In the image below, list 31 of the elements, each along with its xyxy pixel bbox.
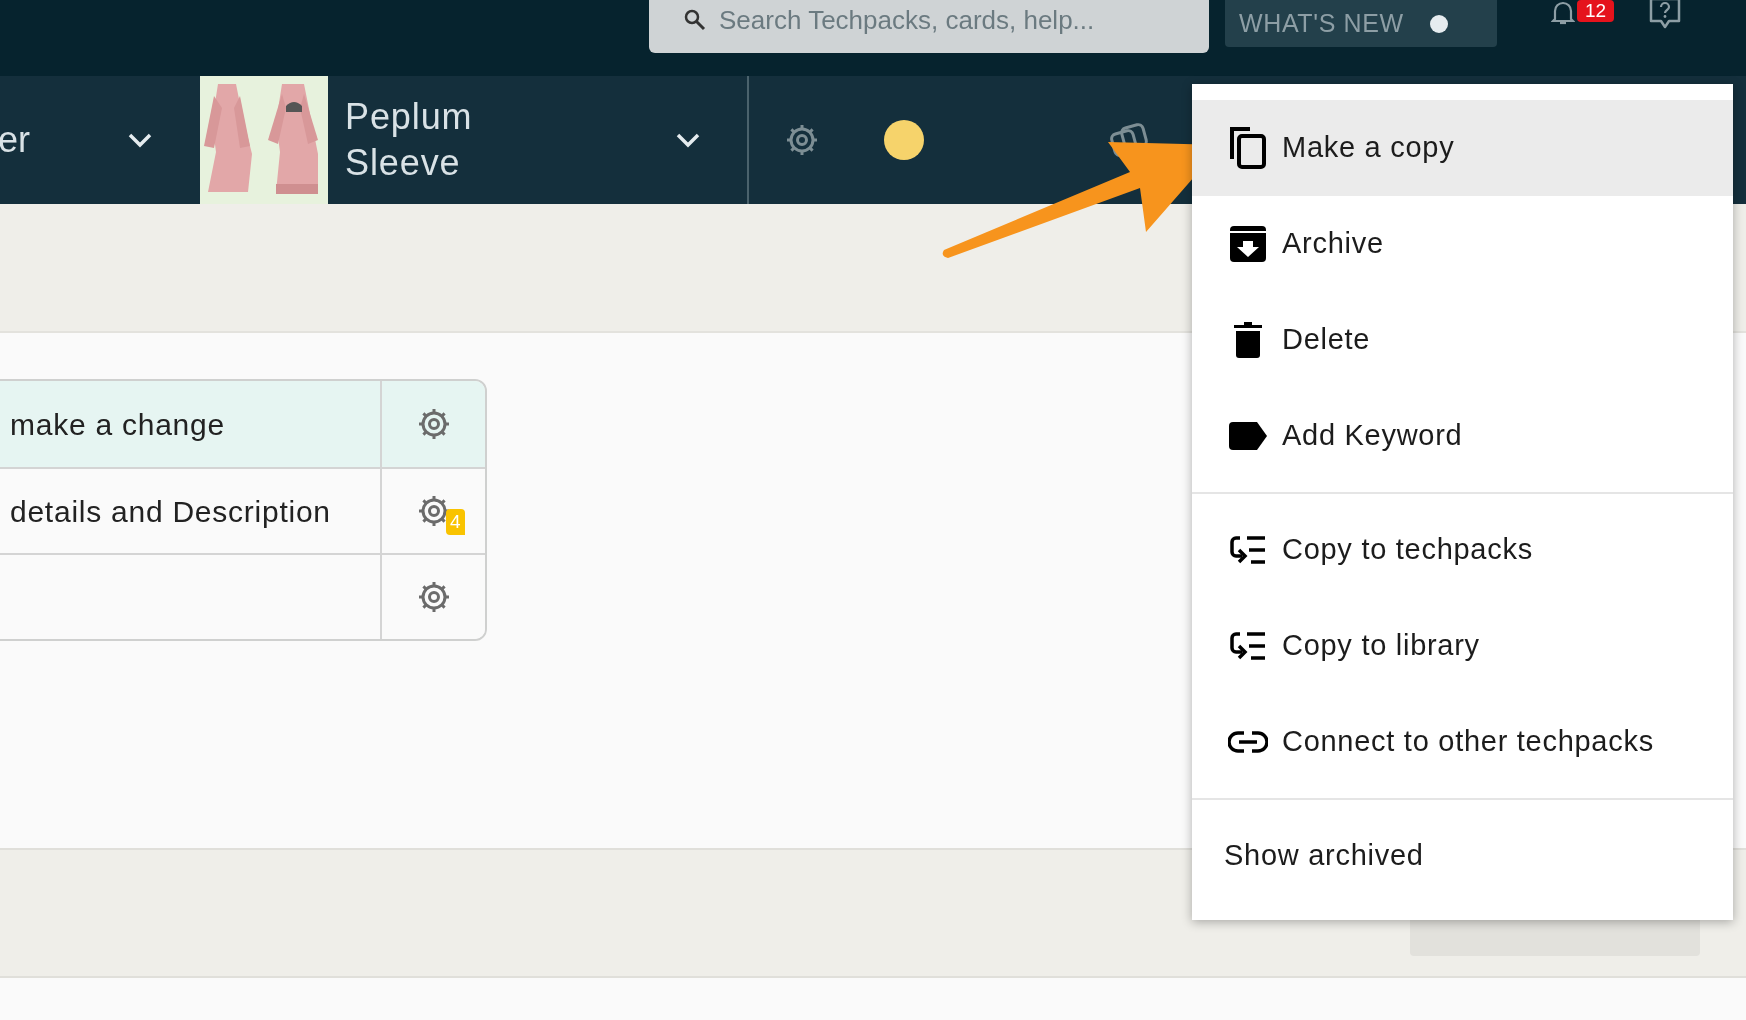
- menu-item[interactable]: Copy to library: [1192, 598, 1733, 694]
- table-cell-text: make a change: [10, 406, 225, 443]
- menu-item[interactable]: Copy to techpacks: [1192, 502, 1733, 598]
- archive-icon: [1230, 226, 1266, 262]
- style-name: Peplum Sleeve: [345, 95, 474, 185]
- menu-item[interactable]: Show archived: [1192, 808, 1733, 904]
- copy-to-icon: [1229, 535, 1267, 565]
- notification-badge: 12: [1577, 0, 1615, 22]
- menu-item[interactable]: Connect to other techpacks: [1192, 694, 1733, 790]
- search-icon: [683, 8, 707, 32]
- menu-item[interactable]: Add Keyword: [1192, 388, 1733, 484]
- link-icon: [1228, 730, 1268, 754]
- whats-new-button[interactable]: WHAT'S NEW: [1225, 0, 1497, 47]
- copy-to-icon: [1229, 631, 1267, 661]
- settings-icon[interactable]: [784, 122, 820, 158]
- chevron-down-icon[interactable]: [127, 132, 153, 148]
- help-icon[interactable]: [1648, 0, 1682, 30]
- menu-item[interactable]: Archive: [1192, 196, 1733, 292]
- chevron-down-icon[interactable]: [675, 132, 701, 148]
- copy-icon: [1229, 126, 1267, 170]
- table-cell-text: details and Description: [10, 493, 331, 530]
- tag-icon: [1229, 422, 1267, 450]
- bell-icon[interactable]: [1551, 0, 1575, 26]
- table-row[interactable]: make a change: [0, 381, 485, 467]
- menu-item[interactable]: Make a copy: [1192, 100, 1733, 196]
- search-field[interactable]: Search Techpacks, cards, help...: [649, 0, 1209, 53]
- menu-item[interactable]: Delete: [1192, 292, 1733, 388]
- table-row[interactable]: details and Description 4: [0, 467, 485, 553]
- comment-badge: 4: [446, 509, 465, 535]
- style-name: er: [0, 118, 30, 162]
- trash-icon: [1234, 322, 1262, 358]
